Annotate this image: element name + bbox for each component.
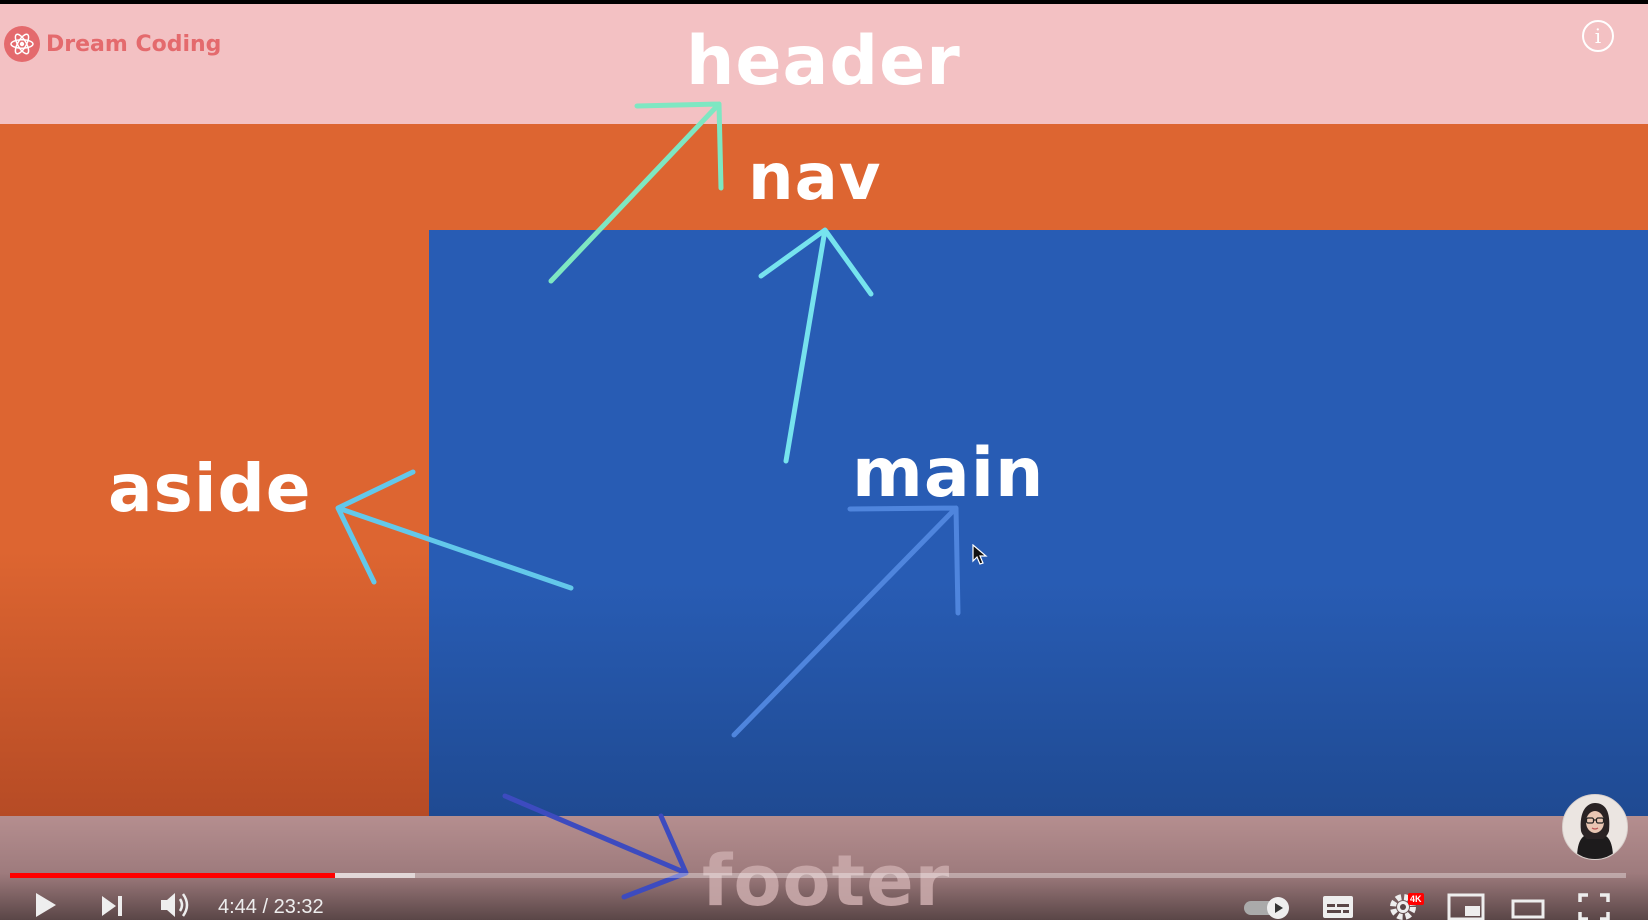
main-label: main [852, 434, 1045, 513]
miniplayer-icon[interactable] [1446, 892, 1486, 920]
nav-label: nav [748, 141, 882, 215]
info-icon[interactable]: i [1582, 20, 1614, 52]
volume-icon[interactable] [156, 890, 196, 920]
progress-bar[interactable] [10, 873, 1626, 878]
fullscreen-icon[interactable] [1576, 892, 1612, 920]
time-separator: / [256, 896, 274, 918]
atom-logo-icon [4, 26, 40, 62]
progress-played [10, 873, 336, 878]
arrow-to-nav [758, 227, 874, 464]
next-icon[interactable] [96, 892, 128, 920]
time-total: 23:32 [273, 896, 324, 918]
arrow-to-main [731, 505, 961, 738]
video-player[interactable]: header nav aside main footer Dream Codin… [0, 0, 1648, 920]
channel-watermark[interactable]: Dream Coding [4, 26, 221, 62]
play-icon[interactable] [30, 890, 62, 920]
arrow-to-header [548, 101, 724, 284]
time-current: 4:44 [218, 896, 257, 918]
autoplay-toggle-icon[interactable] [1242, 894, 1294, 920]
channel-avatar[interactable] [1562, 794, 1628, 860]
aside-label: aside [108, 450, 312, 527]
theater-mode-icon[interactable] [1510, 894, 1546, 920]
mouse-cursor-icon [972, 544, 988, 565]
arrow-to-aside [335, 469, 574, 591]
quality-badge: 4K [1408, 893, 1424, 905]
subtitles-icon[interactable] [1320, 892, 1356, 920]
channel-name: Dream Coding [46, 31, 222, 57]
arrow-to-footer [502, 793, 689, 900]
time-display: 4:44 / 23:32 [218, 896, 324, 919]
header-label: header [686, 22, 961, 101]
